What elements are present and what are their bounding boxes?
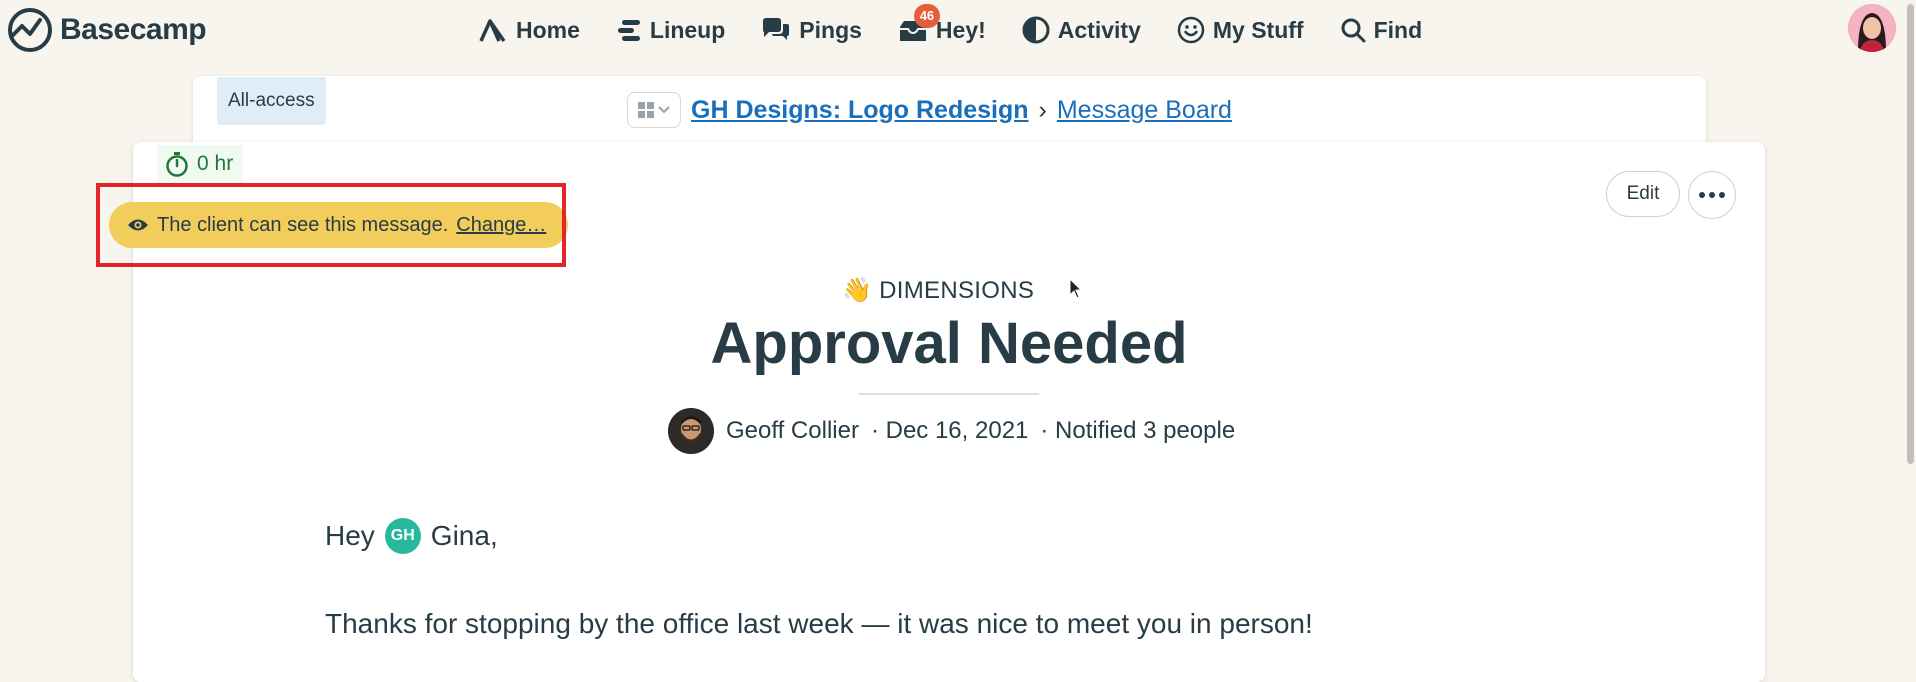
more-dot xyxy=(1699,192,1705,198)
breadcrumb-project-link[interactable]: GH Designs: Logo Redesign xyxy=(691,96,1029,125)
user-avatar[interactable] xyxy=(1848,4,1896,52)
smiley-icon xyxy=(1177,16,1205,44)
nav-home[interactable]: Home xyxy=(478,10,580,50)
nav-activity[interactable]: Activity xyxy=(1022,10,1141,50)
breadcrumb-message-board-link[interactable]: Message Board xyxy=(1057,96,1232,125)
greeting-prefix: Hey xyxy=(325,520,375,551)
nav-my-stuff[interactable]: My Stuff xyxy=(1177,10,1304,50)
all-access-label[interactable]: All-access xyxy=(217,77,326,125)
search-icon xyxy=(1341,18,1366,43)
nav-my-stuff-label: My Stuff xyxy=(1212,16,1304,43)
grid-icon xyxy=(638,102,654,118)
more-dot xyxy=(1709,192,1715,198)
hey-badge: 46 xyxy=(913,4,940,28)
edit-button[interactable]: Edit xyxy=(1606,171,1680,217)
lineup-icon xyxy=(617,20,640,41)
user-avatar-icon xyxy=(1848,4,1896,52)
author-name[interactable]: Geoff Collier xyxy=(726,417,859,445)
nav-lineup-label: Lineup xyxy=(649,16,726,43)
home-icon xyxy=(479,19,506,43)
message-paragraph: Thanks for stopping by the office last w… xyxy=(325,608,1313,639)
pings-icon xyxy=(763,18,790,40)
nav-home-label: Home xyxy=(516,16,580,43)
breadcrumb: GH Designs: Logo Redesign › Message Boar… xyxy=(627,92,1232,128)
activity-icon xyxy=(1022,16,1050,44)
nav-find-label: Find xyxy=(1373,16,1423,43)
nav-lineup[interactable]: Lineup xyxy=(616,10,725,50)
mention-avatar[interactable]: GH xyxy=(384,518,421,554)
breadcrumb-separator: › xyxy=(1038,95,1047,124)
time-tracker[interactable]: 0 hr xyxy=(157,145,244,185)
logo-text: Basecamp xyxy=(60,13,207,46)
chevron-down-icon xyxy=(658,106,670,114)
nav-pings[interactable]: Pings xyxy=(761,10,862,50)
highlight-annotation-box xyxy=(96,183,566,267)
author-avatar[interactable] xyxy=(668,408,714,454)
nav-find[interactable]: Find xyxy=(1340,10,1423,50)
basecamp-logo[interactable]: Basecamp xyxy=(6,8,207,52)
nav-activity-label: Activity xyxy=(1057,16,1141,43)
author-avatar-icon xyxy=(668,408,714,454)
mouse-cursor-icon xyxy=(1069,278,1083,299)
mention-name: Gina, xyxy=(430,520,498,551)
basecamp-logo-icon xyxy=(8,8,52,52)
message-title: Approval Needed xyxy=(710,311,1188,376)
page-scrollbar[interactable] xyxy=(1907,4,1914,464)
notified-count[interactable]: · Notified 3 people xyxy=(1040,417,1235,445)
nav-hey[interactable]: 46 Hey! xyxy=(898,4,986,50)
project-switcher[interactable] xyxy=(627,92,681,128)
more-dot xyxy=(1719,192,1725,198)
message-greeting: Hey GH Gina, xyxy=(325,518,498,554)
timer-value: 0 hr xyxy=(197,152,234,175)
title-divider xyxy=(859,393,1039,395)
nav-pings-label: Pings xyxy=(799,16,862,43)
message-meta: Geoff Collier · Dec 16, 2021 · Notified … xyxy=(668,408,1235,454)
nav-hey-label: Hey! xyxy=(935,16,986,43)
message-date: · Dec 16, 2021 xyxy=(870,417,1029,444)
stopwatch-icon xyxy=(166,152,188,177)
message-category: 👋 DIMENSIONS xyxy=(842,277,1035,304)
top-navigation-bar: Basecamp Home Lineup Pings 46 Hey! Activ… xyxy=(0,0,1916,58)
main-nav: Home Lineup Pings 46 Hey! Activity My St… xyxy=(478,4,1458,50)
more-options-button[interactable] xyxy=(1688,171,1736,219)
